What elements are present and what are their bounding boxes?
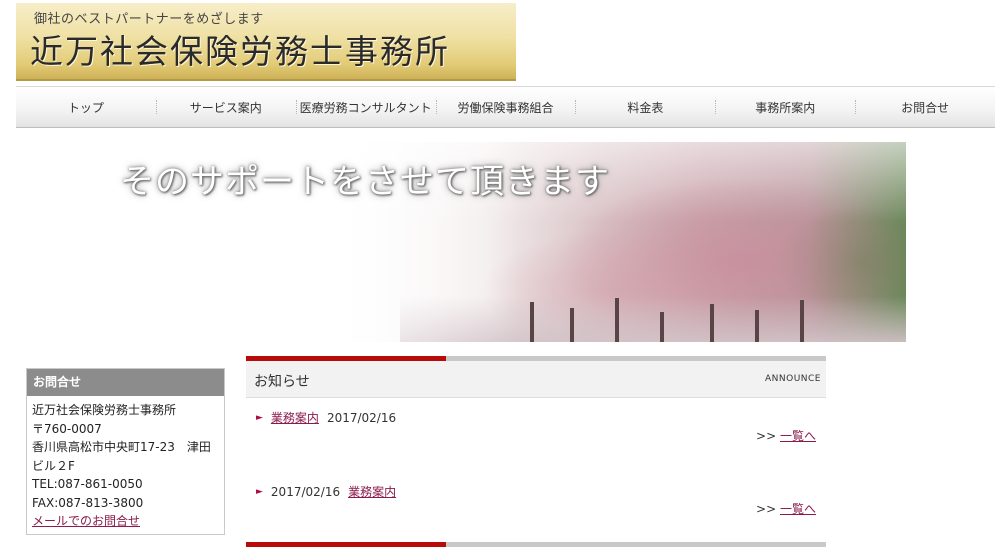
- more-link[interactable]: 一覧へ: [780, 429, 816, 443]
- nav-item-label: 医療労務コンサルタント: [299, 100, 432, 115]
- nav-item-label: トップ: [67, 100, 104, 115]
- hero-banner: そのサポートをさせて頂きます: [100, 142, 906, 342]
- nav-item-medical-consultant[interactable]: 医療労務コンサルタント: [295, 87, 436, 127]
- announce-entry: ► 業務案内 2017/02/16: [256, 409, 396, 426]
- announce-header: お知らせ ANNOUNCE: [246, 361, 826, 398]
- tree-trunk: [710, 304, 714, 342]
- nav-item-services[interactable]: サービス案内: [155, 87, 296, 127]
- tree-trunk: [660, 312, 664, 342]
- more-prefix: >>: [756, 502, 777, 516]
- announce-entry-date: 2017/02/16: [326, 410, 397, 425]
- announce-more: >> 一覧へ: [756, 427, 816, 444]
- nav-item-contact[interactable]: お問合せ: [855, 87, 995, 127]
- nav-item-labor-insurance[interactable]: 労働保険事務組合: [435, 87, 576, 127]
- contact-mail-link[interactable]: メールでのお問合せ: [32, 514, 140, 528]
- contact-fax: FAX:087-813-3800: [32, 495, 144, 510]
- announce-panel: お知らせ ANNOUNCE ► 業務案内 2017/02/16 >> 一覧へ ►…: [246, 356, 826, 547]
- announce-entry: ► 2017/02/16 業務案内: [256, 483, 396, 500]
- site-logo[interactable]: 御社のベストパートナーをめざします 近万社会保険労務士事務所: [16, 3, 516, 81]
- contact-heading: お問合せ: [27, 369, 224, 396]
- triangle-right-icon: ►: [256, 412, 263, 423]
- contact-postal-code: 〒760-0007: [32, 421, 102, 436]
- nav-item-label: 料金表: [627, 100, 664, 115]
- announce-subtitle: ANNOUNCE: [765, 374, 821, 384]
- main-nav: トップ サービス案内 医療労務コンサルタント 労働保険事務組合 料金表 事務所案…: [16, 86, 995, 128]
- announce-entry-date: 2017/02/16: [270, 484, 341, 499]
- nav-item-label: 労働保険事務組合: [457, 100, 554, 115]
- tree-trunk: [615, 298, 619, 342]
- nav-item-office-info[interactable]: 事務所案内: [715, 87, 855, 127]
- hero-message: そのサポートをさせて頂きます: [120, 162, 610, 202]
- announce-title: お知らせ: [254, 374, 310, 390]
- tree-trunk: [570, 308, 574, 342]
- nav-item-label: 事務所案内: [755, 100, 816, 115]
- nav-item-top[interactable]: トップ: [16, 87, 156, 127]
- announce-entry-link[interactable]: 業務案内: [271, 409, 319, 426]
- logo-office-name: 近万社会保険労務士事務所: [30, 32, 450, 71]
- tree-trunk: [530, 302, 534, 342]
- announce-entry-link[interactable]: 業務案内: [348, 483, 396, 500]
- contact-box: お問合せ 近万社会保険労務士事務所 〒760-0007 香川県高松市中央町17-…: [26, 368, 225, 535]
- more-prefix: >>: [756, 429, 777, 443]
- contact-body: 近万社会保険労務士事務所 〒760-0007 香川県高松市中央町17-23 津田…: [27, 396, 224, 531]
- triangle-right-icon: ►: [256, 486, 263, 497]
- announce-bottom-bar: [246, 542, 826, 547]
- nav-item-label: サービス案内: [189, 100, 262, 115]
- tree-trunk: [800, 300, 804, 342]
- tree-trunk: [755, 310, 759, 342]
- contact-tel: TEL:087-861-0050: [32, 477, 143, 491]
- contact-office-name: 近万社会保険労務士事務所: [32, 403, 177, 417]
- contact-address: 香川県高松市中央町17-23 津田ビル２F: [32, 440, 211, 473]
- nav-item-fees[interactable]: 料金表: [575, 87, 715, 127]
- more-link[interactable]: 一覧へ: [780, 502, 816, 516]
- nav-item-label: お問合せ: [901, 100, 950, 115]
- announce-more: >> 一覧へ: [756, 500, 816, 517]
